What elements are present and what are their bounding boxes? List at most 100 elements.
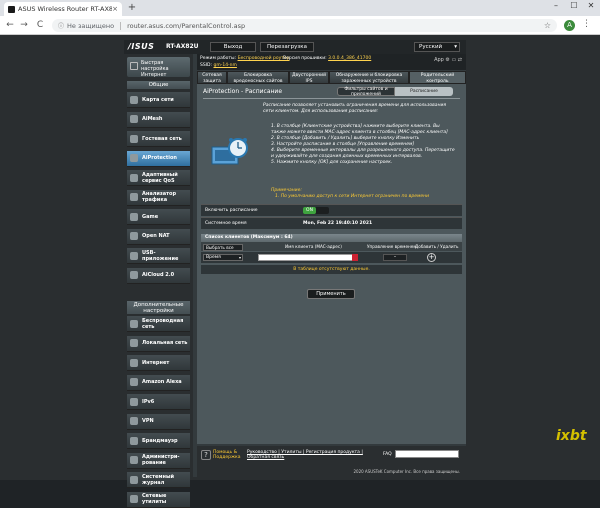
bookmark-star-icon[interactable]: ☆ xyxy=(544,21,551,30)
client-select[interactable]: Время xyxy=(203,254,243,261)
sidebar-item-label: Amazon Alexa xyxy=(142,379,182,385)
sidebar-item-label: AiProtection xyxy=(142,155,177,161)
sidebar-item-firewall[interactable]: Брандмауэр xyxy=(127,433,190,449)
system-time-label: Системное время xyxy=(205,221,247,226)
ssid-value: gm-14-nm xyxy=(213,63,237,68)
back-icon[interactable]: ← xyxy=(4,20,16,30)
traffic-analyzer-icon xyxy=(130,193,138,201)
select-all-dropdown[interactable]: Выбрать все xyxy=(203,244,243,251)
tab-network-protection[interactable]: Сетевая защита xyxy=(197,71,227,84)
sidebar-item-tools[interactable]: Сетевые утилиты xyxy=(127,491,190,508)
profile-avatar[interactable]: A xyxy=(564,20,575,31)
firmware-row: Версия прошивки: 3.0.0.4_386_41700 xyxy=(283,56,371,61)
close-window-icon[interactable]: ✕ xyxy=(583,1,599,10)
tab-close-icon[interactable]: × xyxy=(112,5,118,13)
tab-infected-devices[interactable]: Обнаружение и блокировка зараженных устр… xyxy=(329,71,409,84)
new-tab-button[interactable]: + xyxy=(126,2,138,13)
footer-links[interactable]: Руководство | Утилиты | Регистрация прод… xyxy=(247,450,377,460)
tab-title: ASUS Wireless Router RT-AX82U xyxy=(18,5,113,13)
url-input[interactable]: ⓘ Не защищено router.asus.com/ParentalCo… xyxy=(52,19,557,32)
client-list-title: Список клиентов (Максимум : 64) xyxy=(201,234,462,242)
sidebar-item-aimesh[interactable]: AiMesh xyxy=(127,111,190,128)
col-time-management: Управление временем xyxy=(367,244,417,249)
forward-icon[interactable]: → xyxy=(18,20,30,30)
steps-list: 1. В столбце [Клиентские устройства] наж… xyxy=(271,124,456,166)
add-icon[interactable]: + xyxy=(427,253,436,262)
sidebar-item-ipv6[interactable]: IPv6 xyxy=(127,394,190,410)
col-client-name: Имя клиента (MAC-адрес) xyxy=(285,244,342,249)
wan-icon xyxy=(130,358,138,367)
footer: ? Помощь & Поддержка Руководство | Утили… xyxy=(197,446,466,477)
qos-icon xyxy=(130,173,138,182)
faq-search-input[interactable] xyxy=(395,450,459,458)
lan-icon xyxy=(130,339,138,347)
step-item: 4. Выберите временные интервалы для разр… xyxy=(271,148,455,159)
maximize-icon[interactable]: ☐ xyxy=(566,1,582,10)
tab-two-way-ips[interactable]: Двусторонний IPS xyxy=(289,71,329,84)
tab-web-filters[interactable]: Фильтры сайтов и приложений xyxy=(337,87,395,96)
language-select[interactable]: Русский xyxy=(414,42,460,52)
sidebar-item-network-map[interactable]: Карта сети xyxy=(127,92,190,108)
sidebar-item-label: Гостевая сеть xyxy=(142,135,182,142)
mac-address-input[interactable] xyxy=(258,254,358,261)
sidebar-item-vpn[interactable]: VPN xyxy=(127,413,190,430)
sidebar-item-game[interactable]: Game xyxy=(127,209,190,225)
mac-dropdown-button[interactable] xyxy=(352,254,358,261)
sidebar-item-open-nat[interactable]: Open NAT xyxy=(127,228,190,245)
description: Расписание позволяет установить ограниче… xyxy=(263,103,447,114)
minimize-icon[interactable]: – xyxy=(548,1,564,10)
tab-schedule[interactable]: Расписание xyxy=(395,87,453,96)
table-row: Время – + xyxy=(201,252,462,263)
firmware-label: Версия прошивки: xyxy=(283,56,327,61)
sidebar-item-admin[interactable]: Администри-рование xyxy=(127,452,190,469)
tab-malicious-sites[interactable]: Блокировка вредоносных сайтов xyxy=(227,71,289,84)
quick-setup-button[interactable]: Быстрая настройка Интернет xyxy=(127,57,190,78)
section-advanced: Дополнительные настройки xyxy=(127,301,190,314)
router-panel: /ISUS RT-AX82U Выход Перезагрузка Русски… xyxy=(124,40,466,508)
url-text: router.asus.com/ParentalControl.asp xyxy=(127,21,246,30)
help-icon[interactable]: ? xyxy=(201,450,211,460)
aiprotection-icon xyxy=(130,154,138,162)
sidebar-item-alexa[interactable]: Amazon Alexa xyxy=(127,374,190,391)
sidebar-item-usb[interactable]: USB-приложение xyxy=(127,248,190,264)
reboot-button[interactable]: Перезагрузка xyxy=(260,42,314,52)
sidebar-item-label: Карта сети xyxy=(142,96,174,103)
sidebar-item-aiprotection[interactable]: AiProtection xyxy=(127,150,190,167)
sidebar-item-wireless[interactable]: Беспроводная сеть xyxy=(127,316,190,332)
sidebar-item-label: AiCloud 2.0 xyxy=(142,272,175,278)
mode-value[interactable]: Беспроводной роутер xyxy=(238,56,290,61)
main-content: AiProtection - Расписание Фильтры сайтов… xyxy=(197,84,466,444)
table-header: Выбрать все Имя клиента (MAC-адрес) Упра… xyxy=(201,242,462,251)
browser-menu-icon[interactable]: ⋮ xyxy=(582,19,591,29)
apply-button[interactable]: Применить xyxy=(307,289,355,299)
empty-table-message: В таблице отсутствуют данные. xyxy=(201,265,462,274)
sidebar-item-wan[interactable]: Интернет xyxy=(127,355,190,371)
game-icon xyxy=(130,212,138,221)
browser-tab[interactable]: ASUS Wireless Router RT-AX82U × xyxy=(4,2,122,16)
firmware-value[interactable]: 3.0.0.4_386_41700 xyxy=(328,56,371,61)
alexa-icon xyxy=(130,378,138,386)
sidebar-item-qos[interactable]: Адаптивный сервис QoS xyxy=(127,170,190,186)
help-support-label[interactable]: Помощь & Поддержка xyxy=(213,450,245,460)
ssid-row: SSID: gm-14-nm xyxy=(200,63,237,68)
sidebar-item-aicloud[interactable]: AiCloud 2.0 xyxy=(127,267,190,284)
logout-button[interactable]: Выход xyxy=(210,42,256,52)
quick-setup-label: Быстрая настройка Интернет xyxy=(141,60,169,78)
sidebar-item-traffic-analyzer[interactable]: Анализатор трафика xyxy=(127,189,190,206)
sidebar-item-label: Адаптивный сервис QoS xyxy=(142,171,178,184)
tools-icon xyxy=(130,495,138,503)
sidebar-item-label: IPv6 xyxy=(142,398,155,405)
system-time-value: Mon, Feb 22 19:40:10 2021 xyxy=(303,221,373,226)
status-icons[interactable]: App ⚙ ▭ ⇄ xyxy=(434,57,462,63)
sidebar-item-label: Интернет xyxy=(142,359,170,366)
info-icon[interactable]: ⓘ xyxy=(58,21,64,30)
reload-icon[interactable]: C xyxy=(34,20,46,30)
enable-schedule-toggle[interactable]: ON xyxy=(303,207,329,214)
ipv6-icon xyxy=(130,397,138,406)
sidebar-item-label: Game xyxy=(142,213,159,220)
sidebar-item-guest-network[interactable]: Гостевая сеть xyxy=(127,131,190,147)
divider xyxy=(203,98,460,99)
sidebar-item-lan[interactable]: Локальная сеть xyxy=(127,335,190,352)
sidebar-item-syslog[interactable]: Системный журнал xyxy=(127,472,190,488)
tab-parental-control[interactable]: Родительский контроль xyxy=(409,71,466,84)
